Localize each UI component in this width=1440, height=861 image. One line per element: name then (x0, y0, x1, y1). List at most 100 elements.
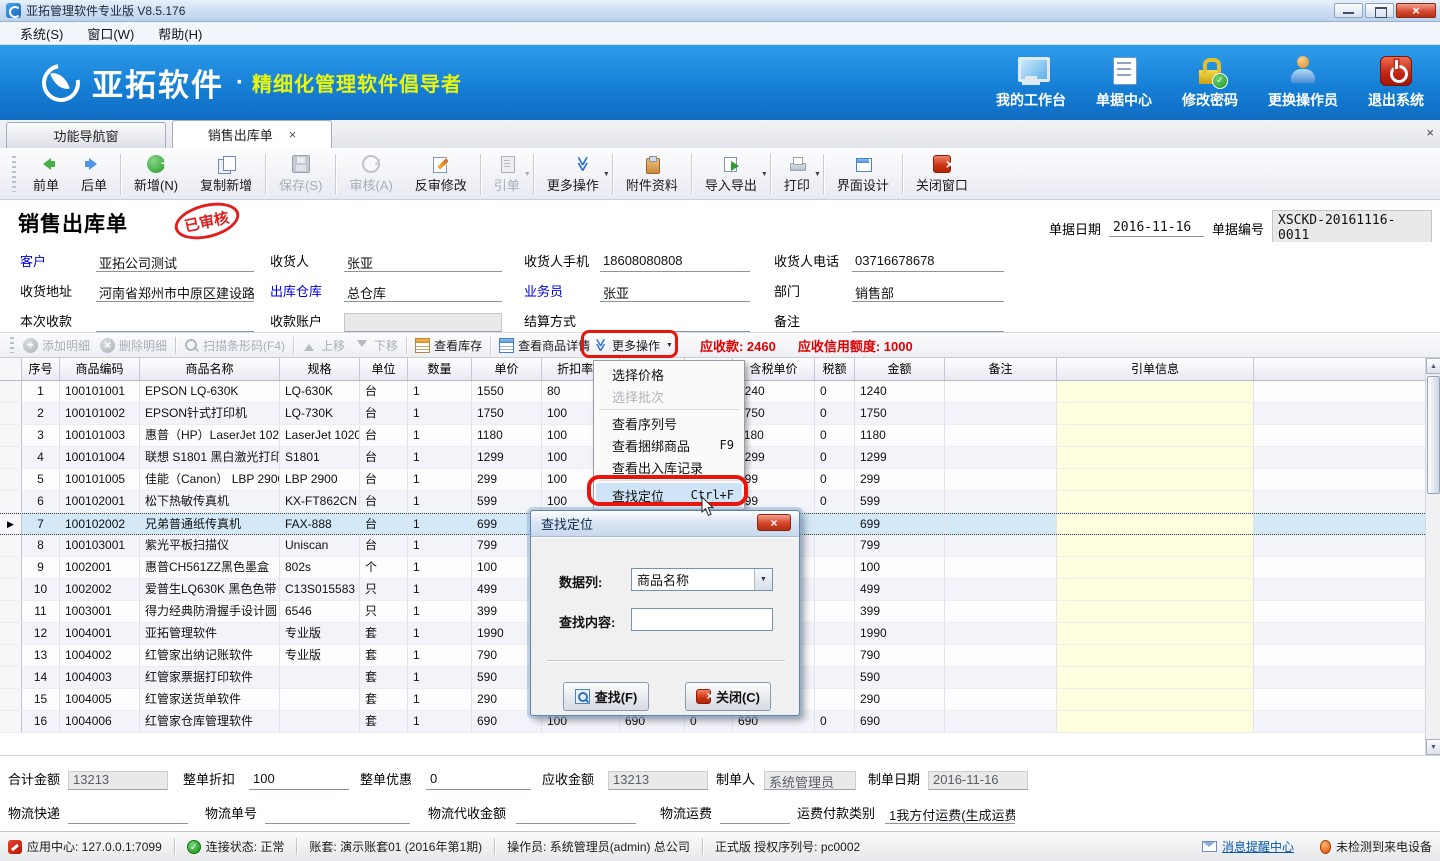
toolbar-button[interactable]: 后单 (70, 151, 118, 197)
column-header[interactable]: 金额 (855, 358, 945, 380)
field-value[interactable]: 河南省郑州市中原区建设路口 (96, 283, 254, 302)
footer-field-value[interactable]: 0 (426, 771, 531, 790)
banner-action-user[interactable]: 更换操作员 (1268, 56, 1338, 110)
field-value[interactable]: 张亚 (600, 283, 750, 302)
field-value[interactable]: 销售部 (852, 283, 1004, 302)
footer-field-value[interactable] (720, 805, 790, 824)
detail-button-label: 上移 (321, 337, 345, 354)
search-content-input[interactable] (631, 608, 773, 631)
field-value[interactable] (852, 313, 1004, 332)
toolbar-button[interactable]: 反审修改 (404, 151, 478, 197)
scrollbar-thumb[interactable] (1427, 376, 1440, 494)
statusbar-text[interactable]: 消息提醒中心 (1222, 838, 1294, 855)
tabstrip-close-icon[interactable]: × (1426, 125, 1434, 140)
table-cell (815, 667, 855, 688)
context-menu-item[interactable]: 查找定位Ctrl+F (596, 483, 742, 507)
field-value[interactable] (96, 313, 254, 332)
toolbar-button[interactable]: 附件资料 (615, 151, 689, 197)
close-button[interactable]: 关闭(C) (685, 682, 771, 711)
menubar-item[interactable]: 系统(S) (10, 22, 73, 45)
chevron-down-icon[interactable]: ▼ (761, 171, 768, 178)
form-field: 业务员张亚 (524, 281, 750, 302)
scroll-up-icon[interactable]: ▲ (1426, 358, 1440, 374)
toolbar-separator (533, 154, 534, 194)
toolbar-button[interactable]: 界面设计 (826, 151, 900, 197)
tab-active[interactable]: 销售出库单× (172, 120, 332, 148)
toolbar-separator (335, 154, 336, 194)
context-menu-item[interactable]: 查看序列号 (596, 412, 742, 434)
banner-action-power[interactable]: 退出系统 (1368, 56, 1424, 110)
field-value[interactable]: 总仓库 (344, 283, 502, 302)
chevron-down-icon[interactable]: ▼ (754, 569, 772, 590)
detail-toolbar-button: 添加明细 (18, 337, 95, 354)
tab-inactive[interactable]: 功能导航窗 (6, 122, 166, 148)
column-header[interactable]: 含税单价 (733, 358, 815, 380)
context-menu-item[interactable]: 查看出入库记录 (596, 456, 742, 478)
field-label[interactable]: 业务员 (524, 281, 600, 302)
more-actions-button[interactable]: 更多操作▼ (588, 337, 678, 354)
toolbar-button[interactable]: 导入导出▼ (694, 151, 768, 197)
table-cell: 100101002 (60, 403, 140, 424)
chevron-down-icon[interactable]: ▼ (524, 171, 531, 178)
maximize-button[interactable] (1365, 3, 1394, 18)
doc-date-field[interactable]: 2016-11-16 (1109, 220, 1204, 237)
detail-toolbar-button[interactable]: 查看库存 (410, 337, 487, 354)
toolbar-button-label: 打印 (784, 175, 810, 194)
context-menu-item[interactable]: 选择价格 (596, 363, 742, 385)
footer-field-value[interactable] (68, 805, 188, 824)
column-header[interactable]: 序号 (22, 358, 60, 380)
field-label[interactable]: 出库仓库 (270, 281, 344, 302)
find-button[interactable]: 查找(F) (563, 682, 649, 711)
column-header[interactable]: 数量 (408, 358, 472, 380)
context-menu-item[interactable]: 查看捆绑商品F9 (596, 434, 742, 456)
form-field: 收货人张亚 (270, 251, 502, 272)
column-header[interactable]: 单价 (472, 358, 542, 380)
close-button[interactable] (1396, 3, 1436, 18)
chevron-down-icon[interactable]: ▼ (814, 171, 821, 178)
footer-field-value[interactable] (265, 805, 410, 824)
field-value[interactable]: 18608080808 (600, 253, 750, 272)
table-cell: 专业版 (280, 645, 360, 666)
chevron-down-icon[interactable]: ▼ (666, 342, 673, 349)
column-header[interactable]: 规格 (280, 358, 360, 380)
detail-toolbar-button[interactable]: 查看商品详情 (494, 337, 595, 354)
dialog-titlebar[interactable]: 查找定位 × (531, 511, 799, 537)
banner-action-lock[interactable]: 修改密码 (1182, 56, 1238, 110)
table-cell: 套 (360, 623, 408, 644)
data-column-select[interactable]: 商品名称 ▼ (631, 568, 773, 591)
toolbar-button[interactable]: 复制新增 (189, 151, 263, 197)
footer-field-value[interactable]: 100 (249, 771, 349, 790)
minimize-button[interactable] (1334, 3, 1363, 18)
column-header[interactable]: 商品名称 (140, 358, 280, 380)
column-header[interactable]: 引单信息 (1057, 358, 1254, 380)
column-header[interactable]: 商品编码 (60, 358, 140, 380)
toolbar-button[interactable]: 关闭窗口 (905, 151, 979, 197)
column-header[interactable]: 税额 (815, 358, 855, 380)
field-value[interactable]: 张亚 (344, 253, 502, 272)
toolbar-button[interactable]: 更多操作▼ (536, 151, 610, 197)
footer-field-value[interactable]: 1我方付运费(生成运费 (885, 805, 1015, 824)
toolbar-button[interactable]: 前单 (22, 151, 70, 197)
column-header[interactable]: 单位 (360, 358, 408, 380)
vertical-scrollbar[interactable]: ▲ ▼ (1425, 358, 1440, 755)
menubar-item[interactable]: 窗口(W) (77, 22, 144, 45)
banner-action-monitor[interactable]: 我的工作台 (996, 56, 1066, 110)
menubar-item[interactable]: 帮助(H) (148, 22, 212, 45)
chevron-down-icon[interactable]: ▼ (603, 171, 610, 178)
banner-action-doc-center[interactable]: 单据中心 (1096, 56, 1152, 110)
doc-number-label: 单据编号 (1212, 219, 1264, 238)
field-label[interactable]: 客户 (20, 251, 96, 272)
row-filler (1254, 645, 1425, 666)
column-header[interactable]: 备注 (945, 358, 1057, 380)
tab-close-icon[interactable]: × (289, 127, 297, 142)
field-value[interactable]: 亚拓公司测试 (96, 253, 254, 272)
table-cell: 1 (408, 557, 472, 578)
toolbar-button[interactable]: 新增(N) (123, 151, 189, 197)
dialog-close-button[interactable]: × (757, 514, 791, 531)
footer-field-value[interactable] (516, 805, 636, 824)
field-value[interactable] (600, 313, 750, 332)
scroll-down-icon[interactable]: ▼ (1426, 739, 1440, 755)
toolbar-button[interactable]: 打印 ▼ (773, 151, 821, 197)
save-icon (292, 155, 310, 173)
field-value[interactable]: 03716678678 (852, 253, 1004, 272)
